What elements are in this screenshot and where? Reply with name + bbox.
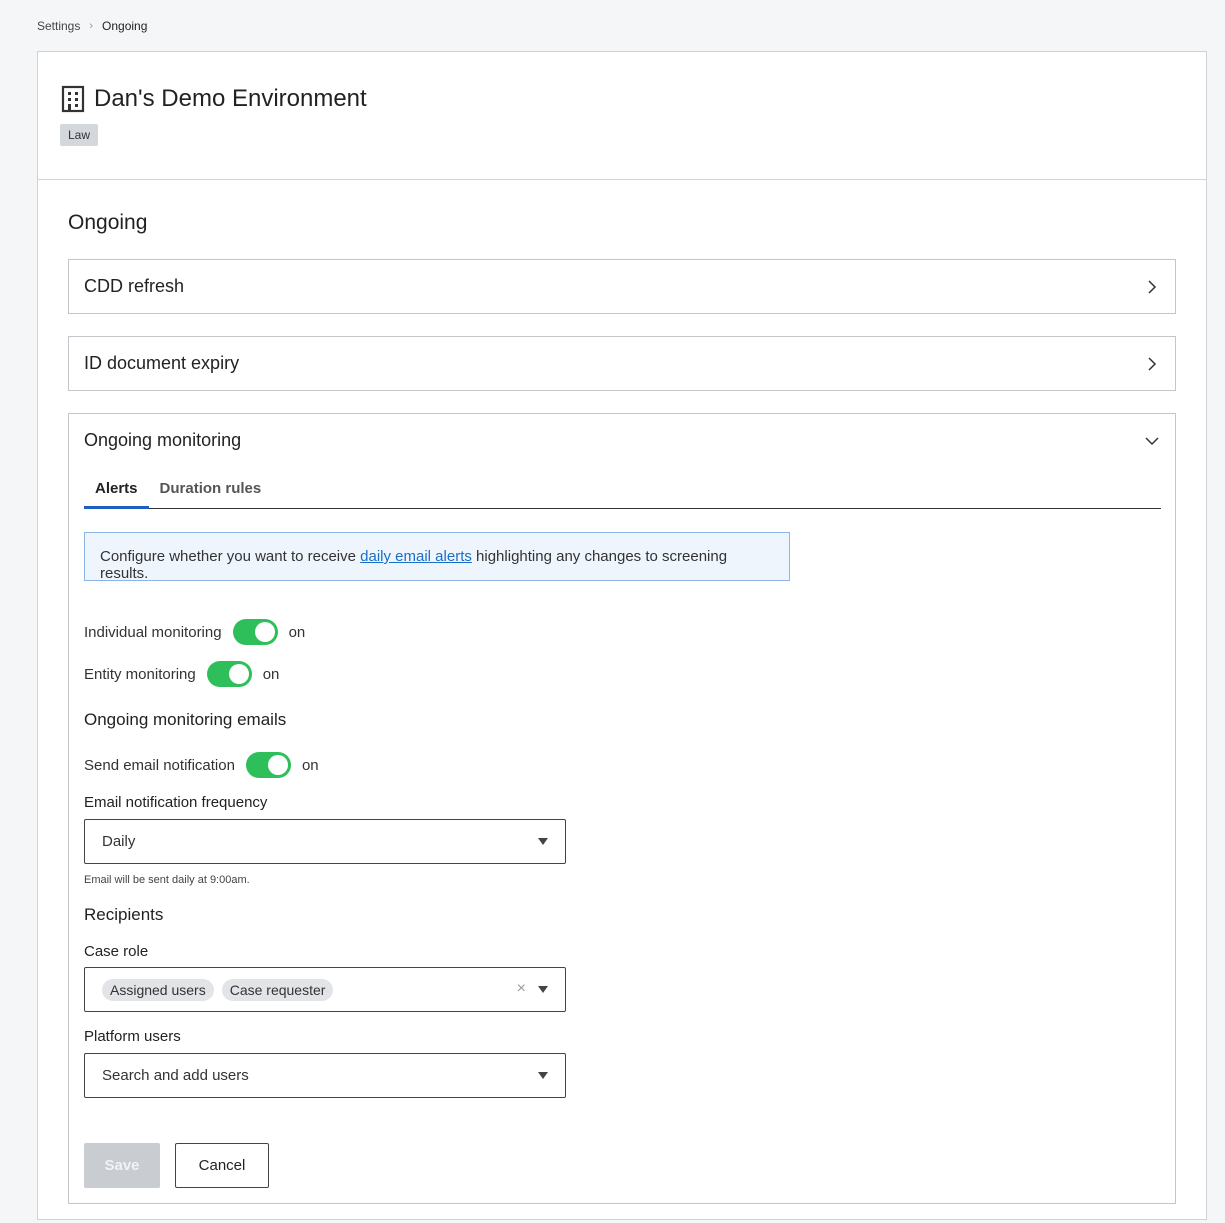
tab-bar: Alerts Duration rules <box>84 472 1161 509</box>
accordion-header[interactable]: Ongoing monitoring <box>69 414 1175 467</box>
accordion-header[interactable]: CDD refresh <box>69 260 1175 313</box>
toggle-label: Send email notification <box>84 756 235 774</box>
chevron-right-icon: › <box>89 20 94 32</box>
settings-card: Dan's Demo Environment Law Ongoing CDD r… <box>37 51 1207 1220</box>
breadcrumb-current: Ongoing <box>102 19 148 33</box>
accordion-cdd-refresh[interactable]: CDD refresh <box>68 259 1176 314</box>
accordion-header[interactable]: ID document expiry <box>69 337 1175 390</box>
clear-icon[interactable]: × <box>517 980 526 998</box>
chevron-right-icon <box>1148 356 1157 371</box>
caret-down-icon <box>538 1072 548 1079</box>
individual-monitoring-toggle[interactable] <box>232 619 278 645</box>
daily-email-alerts-link[interactable]: daily email alerts <box>360 548 472 565</box>
building-icon <box>61 85 85 113</box>
breadcrumb-settings-link[interactable]: Settings <box>37 19 80 33</box>
accordion-id-document-expiry[interactable]: ID document expiry <box>68 336 1176 391</box>
frequency-value: Daily <box>102 833 136 850</box>
accordion-label: ID document expiry <box>84 353 240 373</box>
toggle-knob <box>254 622 275 642</box>
entity-monitoring-toggle[interactable] <box>206 661 252 687</box>
section-title: Ongoing <box>68 211 148 234</box>
accordion-ongoing-monitoring: Ongoing monitoring Alerts Duration rules… <box>68 413 1176 1204</box>
chevron-right-icon <box>1148 279 1157 294</box>
tab-alerts[interactable]: Alerts <box>84 472 149 509</box>
chevron-down-icon <box>1145 436 1159 445</box>
accordion-label: CDD refresh <box>84 276 185 296</box>
frequency-label: Email notification frequency <box>84 794 268 811</box>
cancel-button[interactable]: Cancel <box>175 1143 269 1188</box>
toggle-knob <box>228 664 249 684</box>
entity-monitoring-row: Entity monitoring on <box>84 661 279 687</box>
send-email-row: Send email notification on <box>84 752 319 778</box>
environment-header: Dan's Demo Environment Law <box>38 52 1206 180</box>
case-role-label: Case role <box>84 943 149 960</box>
caret-down-icon <box>538 838 548 845</box>
chip-assigned-users[interactable]: Assigned users <box>102 978 214 1001</box>
toggle-state: on <box>288 623 306 641</box>
send-email-toggle[interactable] <box>245 752 291 778</box>
toggle-state: on <box>301 756 319 774</box>
toggle-knob <box>267 755 288 775</box>
info-text-before: Configure whether you want to receive <box>100 548 361 565</box>
toggle-state: on <box>262 665 280 683</box>
frequency-helper: Email will be sent daily at 9:00am. <box>84 874 250 886</box>
save-button[interactable]: Save <box>84 1143 160 1188</box>
toggle-label: Entity monitoring <box>84 665 196 683</box>
toggle-label: Individual monitoring <box>84 623 222 641</box>
recipients-heading: Recipients <box>84 905 164 924</box>
info-banner: Configure whether you want to receive da… <box>84 532 790 582</box>
environment-title: Dan's Demo Environment <box>61 85 367 113</box>
caret-down-icon <box>538 986 548 993</box>
individual-monitoring-row: Individual monitoring on <box>84 619 305 645</box>
frequency-select[interactable]: Daily <box>84 819 566 864</box>
case-role-select[interactable]: Assigned users Case requester × <box>84 967 566 1012</box>
platform-users-label: Platform users <box>84 1028 181 1045</box>
breadcrumb: Settings › Ongoing <box>37 19 147 33</box>
page-title: Dan's Demo Environment <box>94 85 367 112</box>
industry-tag: Law <box>60 124 99 146</box>
platform-users-placeholder: Search and add users <box>102 1067 249 1084</box>
accordion-label: Ongoing monitoring <box>84 430 242 450</box>
emails-heading: Ongoing monitoring emails <box>84 710 287 729</box>
chip-case-requester[interactable]: Case requester <box>221 978 334 1001</box>
tab-duration-rules[interactable]: Duration rules <box>149 472 273 509</box>
platform-users-select[interactable]: Search and add users <box>84 1053 566 1098</box>
